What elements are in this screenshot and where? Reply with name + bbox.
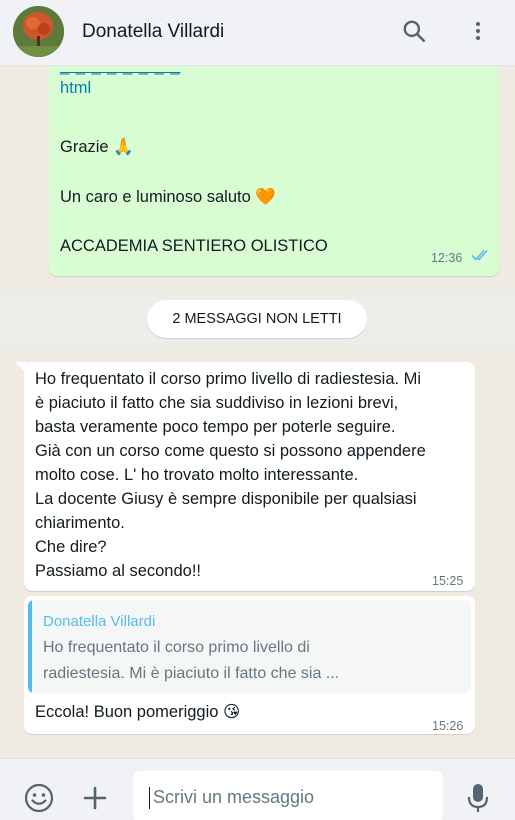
message-time: 15:25 <box>432 574 464 588</box>
message-input[interactable] <box>133 771 443 820</box>
read-ticks-icon <box>471 245 491 269</box>
message-text: Ho frequentato il corso primo livello di… <box>35 370 426 580</box>
search-icon[interactable] <box>398 15 430 47</box>
more-vert-icon[interactable] <box>462 15 494 47</box>
compose-bar <box>0 758 515 820</box>
message-text: Eccola! Buon pomeriggio 😘 <box>35 703 241 721</box>
plus-icon[interactable] <box>78 781 112 815</box>
contact-avatar[interactable] <box>13 6 64 57</box>
text-caret <box>149 787 150 809</box>
message-thanks: Grazie 🙏 <box>60 138 134 156</box>
incoming-reply-message[interactable]: Donatella Villardi Ho frequentato il cor… <box>24 596 475 734</box>
unread-divider: 2 MESSAGGI NON LETTI <box>147 300 367 338</box>
quoted-author: Donatella Villardi <box>43 613 156 630</box>
chat-area[interactable]: _ _ _ _ _ _ _ _ html Grazie 🙏 Un caro e … <box>0 66 515 758</box>
quoted-message[interactable]: Donatella Villardi Ho frequentato il cor… <box>28 600 471 693</box>
emoji-icon[interactable] <box>22 781 56 815</box>
message-signature: ACCADEMIA SENTIERO OLISTICO <box>60 237 328 255</box>
message-time: 15:26 <box>432 719 464 733</box>
mic-icon[interactable] <box>462 779 494 817</box>
incoming-message[interactable]: Ho frequentato il corso primo livello di… <box>24 362 475 591</box>
chat-header: Donatella Villardi <box>0 0 515 66</box>
message-time: 12:36 <box>431 251 463 265</box>
outgoing-message[interactable]: _ _ _ _ _ _ _ _ html Grazie 🙏 Un caro e … <box>49 66 499 276</box>
contact-name[interactable]: Donatella Villardi <box>82 21 224 43</box>
message-link[interactable]: html <box>60 76 91 100</box>
quote-bar <box>28 600 32 693</box>
quoted-text: Ho frequentato il corso primo livello di… <box>43 639 340 682</box>
message-greeting: Un caro e luminoso saluto 🧡 <box>60 188 276 206</box>
